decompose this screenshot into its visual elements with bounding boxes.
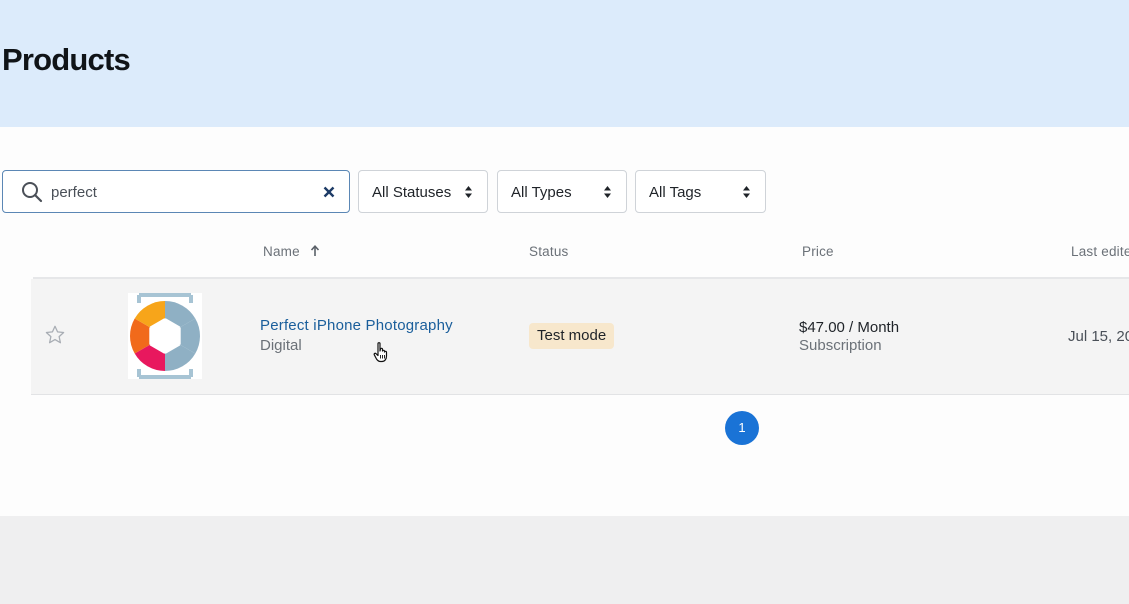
- page-header: Products: [0, 0, 1129, 127]
- column-header-name[interactable]: Name: [263, 244, 320, 259]
- search-icon: [22, 182, 43, 203]
- product-name-link[interactable]: Perfect iPhone Photography: [260, 317, 453, 334]
- tags-filter-label: All Tags: [649, 184, 702, 201]
- page-title: Products: [2, 42, 131, 77]
- tags-filter-select[interactable]: All Tags: [635, 170, 766, 213]
- column-header-status[interactable]: Status: [529, 244, 568, 259]
- table-row[interactable]: Perfect iPhone Photography Digital Test …: [31, 279, 1129, 395]
- status-filter-select[interactable]: All Statuses: [358, 170, 488, 213]
- status-badge: Test mode: [529, 323, 615, 349]
- product-type: Digital: [260, 337, 302, 354]
- product-price: $47.00 / Month: [799, 319, 900, 336]
- column-header-price[interactable]: Price: [802, 244, 834, 259]
- status-filter-label: All Statuses: [372, 184, 452, 201]
- pointer-cursor-icon: [373, 342, 388, 363]
- sort-ascending-icon: [310, 245, 319, 256]
- type-filter-select[interactable]: All Types: [497, 170, 627, 213]
- pagination-page-button[interactable]: 1: [725, 411, 759, 445]
- sort-caret-icon: [604, 186, 611, 198]
- sort-caret-icon: [743, 186, 750, 198]
- sort-caret-icon: [465, 186, 472, 198]
- column-header-name-label: Name: [263, 244, 300, 259]
- search-box[interactable]: [2, 170, 350, 213]
- product-thumbnail: [128, 293, 202, 379]
- clear-icon[interactable]: [321, 184, 337, 200]
- star-icon[interactable]: [44, 324, 66, 346]
- search-input[interactable]: [51, 181, 301, 203]
- product-last-edited: Jul 15, 20: [1068, 328, 1129, 345]
- type-filter-label: All Types: [511, 184, 572, 201]
- column-header-last-edited[interactable]: Last edite: [1071, 244, 1129, 259]
- products-panel: All Statuses All Types All Tags Name Sta…: [0, 127, 1129, 516]
- product-price-kind: Subscription: [799, 337, 882, 354]
